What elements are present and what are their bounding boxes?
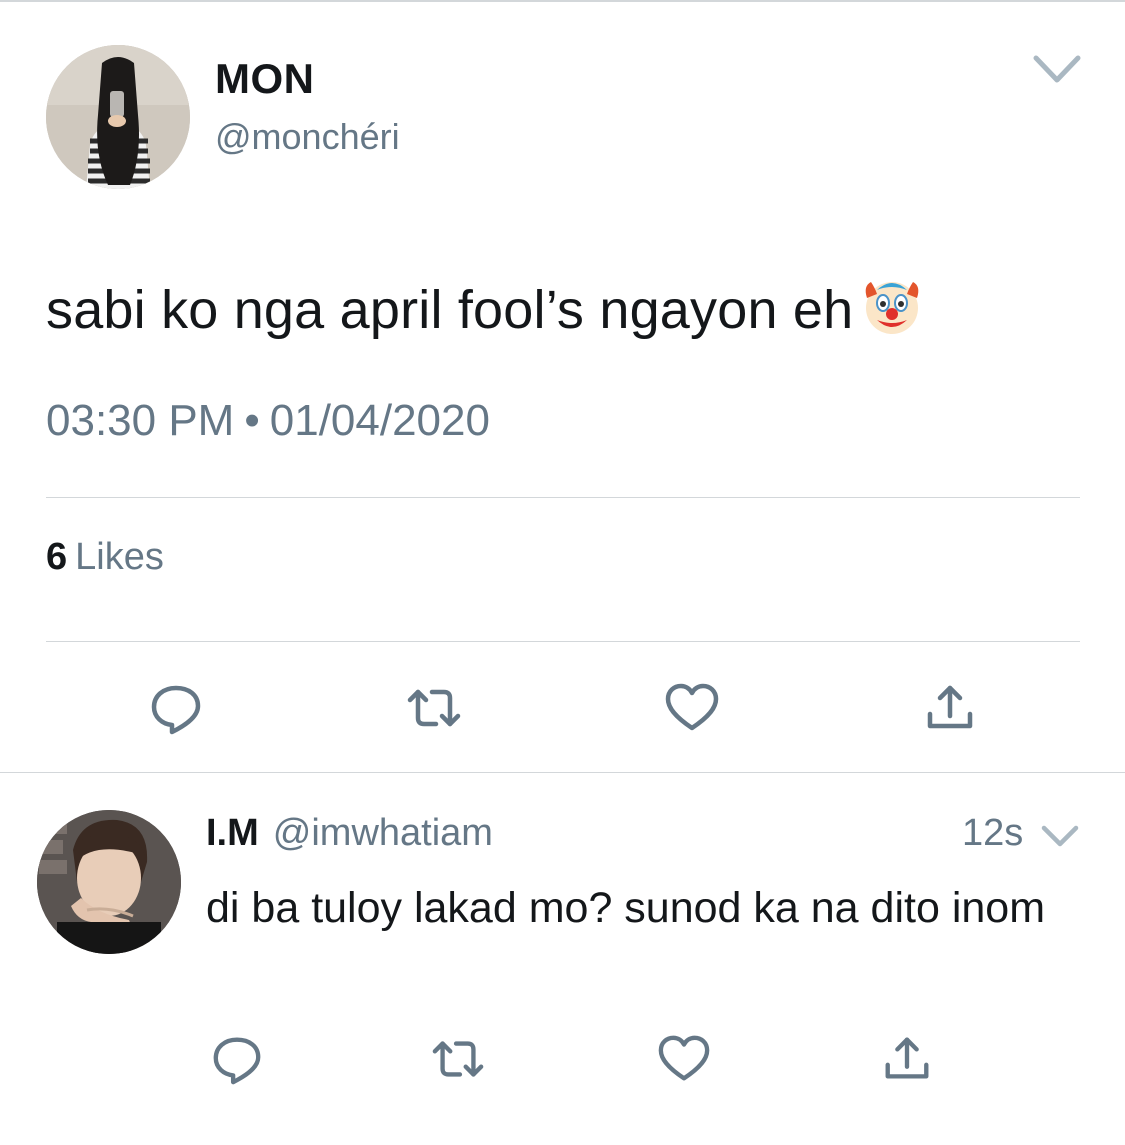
share-icon[interactable] bbox=[880, 1032, 934, 1086]
tweet-date: 01/04/2020 bbox=[269, 396, 490, 445]
reply-author-name[interactable]: I.M bbox=[206, 812, 259, 854]
tweet-text: sabi ko nga april fool’s ngayon eh bbox=[46, 276, 923, 341]
reply-avatar[interactable] bbox=[37, 810, 181, 954]
author-avatar[interactable] bbox=[46, 45, 190, 189]
divider bbox=[46, 641, 1080, 642]
likes-count: 6 bbox=[46, 536, 68, 578]
meta-separator: • bbox=[244, 396, 260, 445]
top-divider bbox=[0, 0, 1125, 2]
divider bbox=[46, 497, 1080, 498]
reply-header: I.M @imwhatiam bbox=[206, 812, 493, 855]
reply-text: di ba tuloy lakad mo? sunod ka na dito i… bbox=[206, 884, 1046, 932]
reply-icon[interactable] bbox=[210, 1032, 264, 1086]
reply-time: 12s bbox=[962, 812, 1024, 854]
retweet-icon[interactable] bbox=[431, 1032, 485, 1086]
likes-label: Likes bbox=[75, 536, 164, 578]
tweet-timestamp: 03:30 PM • 01/04/2020 bbox=[46, 396, 490, 446]
author-name[interactable]: MON bbox=[215, 55, 315, 103]
tweet-time: 03:30 PM bbox=[46, 396, 235, 445]
retweet-icon[interactable] bbox=[406, 680, 462, 736]
reply-author-handle[interactable]: @imwhatiam bbox=[273, 812, 493, 854]
tweet-text-content: sabi ko nga april fool’s ngayon eh bbox=[46, 280, 854, 340]
like-icon[interactable] bbox=[657, 1032, 711, 1086]
clown-face-icon bbox=[861, 276, 923, 338]
chevron-down-icon[interactable] bbox=[1032, 52, 1082, 86]
reply-icon[interactable] bbox=[148, 680, 204, 736]
section-divider bbox=[0, 772, 1125, 773]
chevron-down-icon[interactable] bbox=[1040, 822, 1080, 850]
author-handle[interactable]: @monchéri bbox=[215, 116, 400, 158]
like-icon[interactable] bbox=[664, 680, 720, 736]
share-icon[interactable] bbox=[922, 680, 978, 736]
likes-stat[interactable]: 6 Likes bbox=[46, 536, 164, 579]
